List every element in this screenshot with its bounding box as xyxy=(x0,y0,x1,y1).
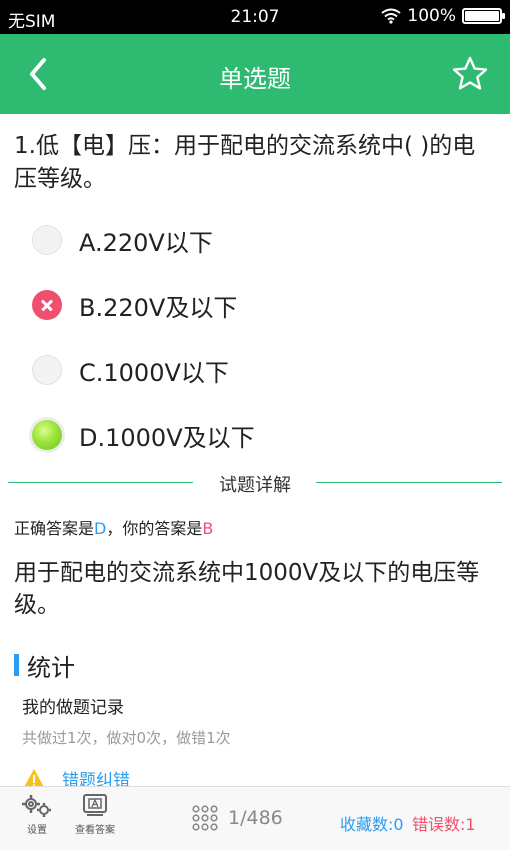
view-answer-label: 查看答案 xyxy=(75,825,115,836)
radio-unselected-icon xyxy=(32,225,62,255)
grid-icon xyxy=(192,805,218,831)
wifi-icon xyxy=(381,8,402,24)
option-label: A.220V以下 xyxy=(79,228,213,257)
option-c[interactable]: C.1000V以下 xyxy=(32,348,229,392)
question-text: 1.低【电】压：用于配电的交流系统中( )的电压等级。 xyxy=(14,133,476,192)
option-label: D.1000V及以下 xyxy=(79,423,255,452)
progress-text: 1/486 xyxy=(228,807,283,829)
app-screen: 无SIM 21:07 100% 单选题 1.低【电】压：用于配电的交流系统中( … xyxy=(0,0,510,850)
settings-label: 设置 xyxy=(27,825,47,836)
explanation-divider: 试题详解 xyxy=(8,469,502,497)
wrong-mark-icon xyxy=(32,290,62,320)
stats-record: 共做过1次，做对0次，做错1次 xyxy=(22,729,231,747)
status-bar: 无SIM 21:07 100% xyxy=(0,0,510,34)
section-marker xyxy=(14,654,19,676)
stats-subtitle: 我的做题记录 xyxy=(22,698,124,718)
answer-prefix: 正确答案是 xyxy=(14,519,95,538)
battery-percent: 100% xyxy=(407,6,456,26)
option-d[interactable]: D.1000V及以下 xyxy=(32,413,255,457)
stats-heading: 统计 xyxy=(14,650,75,682)
option-a[interactable]: A.220V以下 xyxy=(32,218,213,262)
option-b[interactable]: B.220V及以下 xyxy=(32,283,237,327)
answer-card-icon xyxy=(83,794,107,816)
radio-unselected-icon xyxy=(32,355,62,385)
settings-button[interactable]: 设置 xyxy=(20,793,54,836)
option-label: B.220V及以下 xyxy=(79,293,238,322)
user-answer: B xyxy=(202,519,214,538)
answer-middle: ，你的答案是 xyxy=(106,519,203,538)
star-outline-icon[interactable] xyxy=(450,54,490,94)
errors-count: 错误数:1 xyxy=(412,815,476,834)
page-title: 单选题 xyxy=(219,65,291,93)
battery-icon xyxy=(462,8,505,24)
stats-title: 统计 xyxy=(27,653,75,682)
explanation-title: 试题详解 xyxy=(211,475,299,496)
status-right: 100% xyxy=(381,6,505,26)
battery-fill xyxy=(465,11,499,21)
answer-summary: 正确答案是D，你的答案是B xyxy=(14,515,213,539)
gear-icon xyxy=(22,795,51,817)
question-counter[interactable]: 1/486 xyxy=(192,805,283,831)
option-label: C.1000V以下 xyxy=(79,358,229,387)
bottom-bar: 设置 查看答案 1/486 收藏数:0 错误数:1 xyxy=(0,786,510,850)
correct-mark-icon xyxy=(32,420,62,450)
view-answer-button[interactable]: 查看答案 xyxy=(75,793,115,836)
correct-answer: D xyxy=(94,519,107,538)
divider-heading: 试题详解 xyxy=(8,471,502,497)
explanation-text: 用于配电的交流系统中1000V及以下的电压等级。 xyxy=(14,560,480,618)
favorites-count: 收藏数:0 xyxy=(340,815,404,834)
app-header: 单选题 xyxy=(0,34,510,114)
